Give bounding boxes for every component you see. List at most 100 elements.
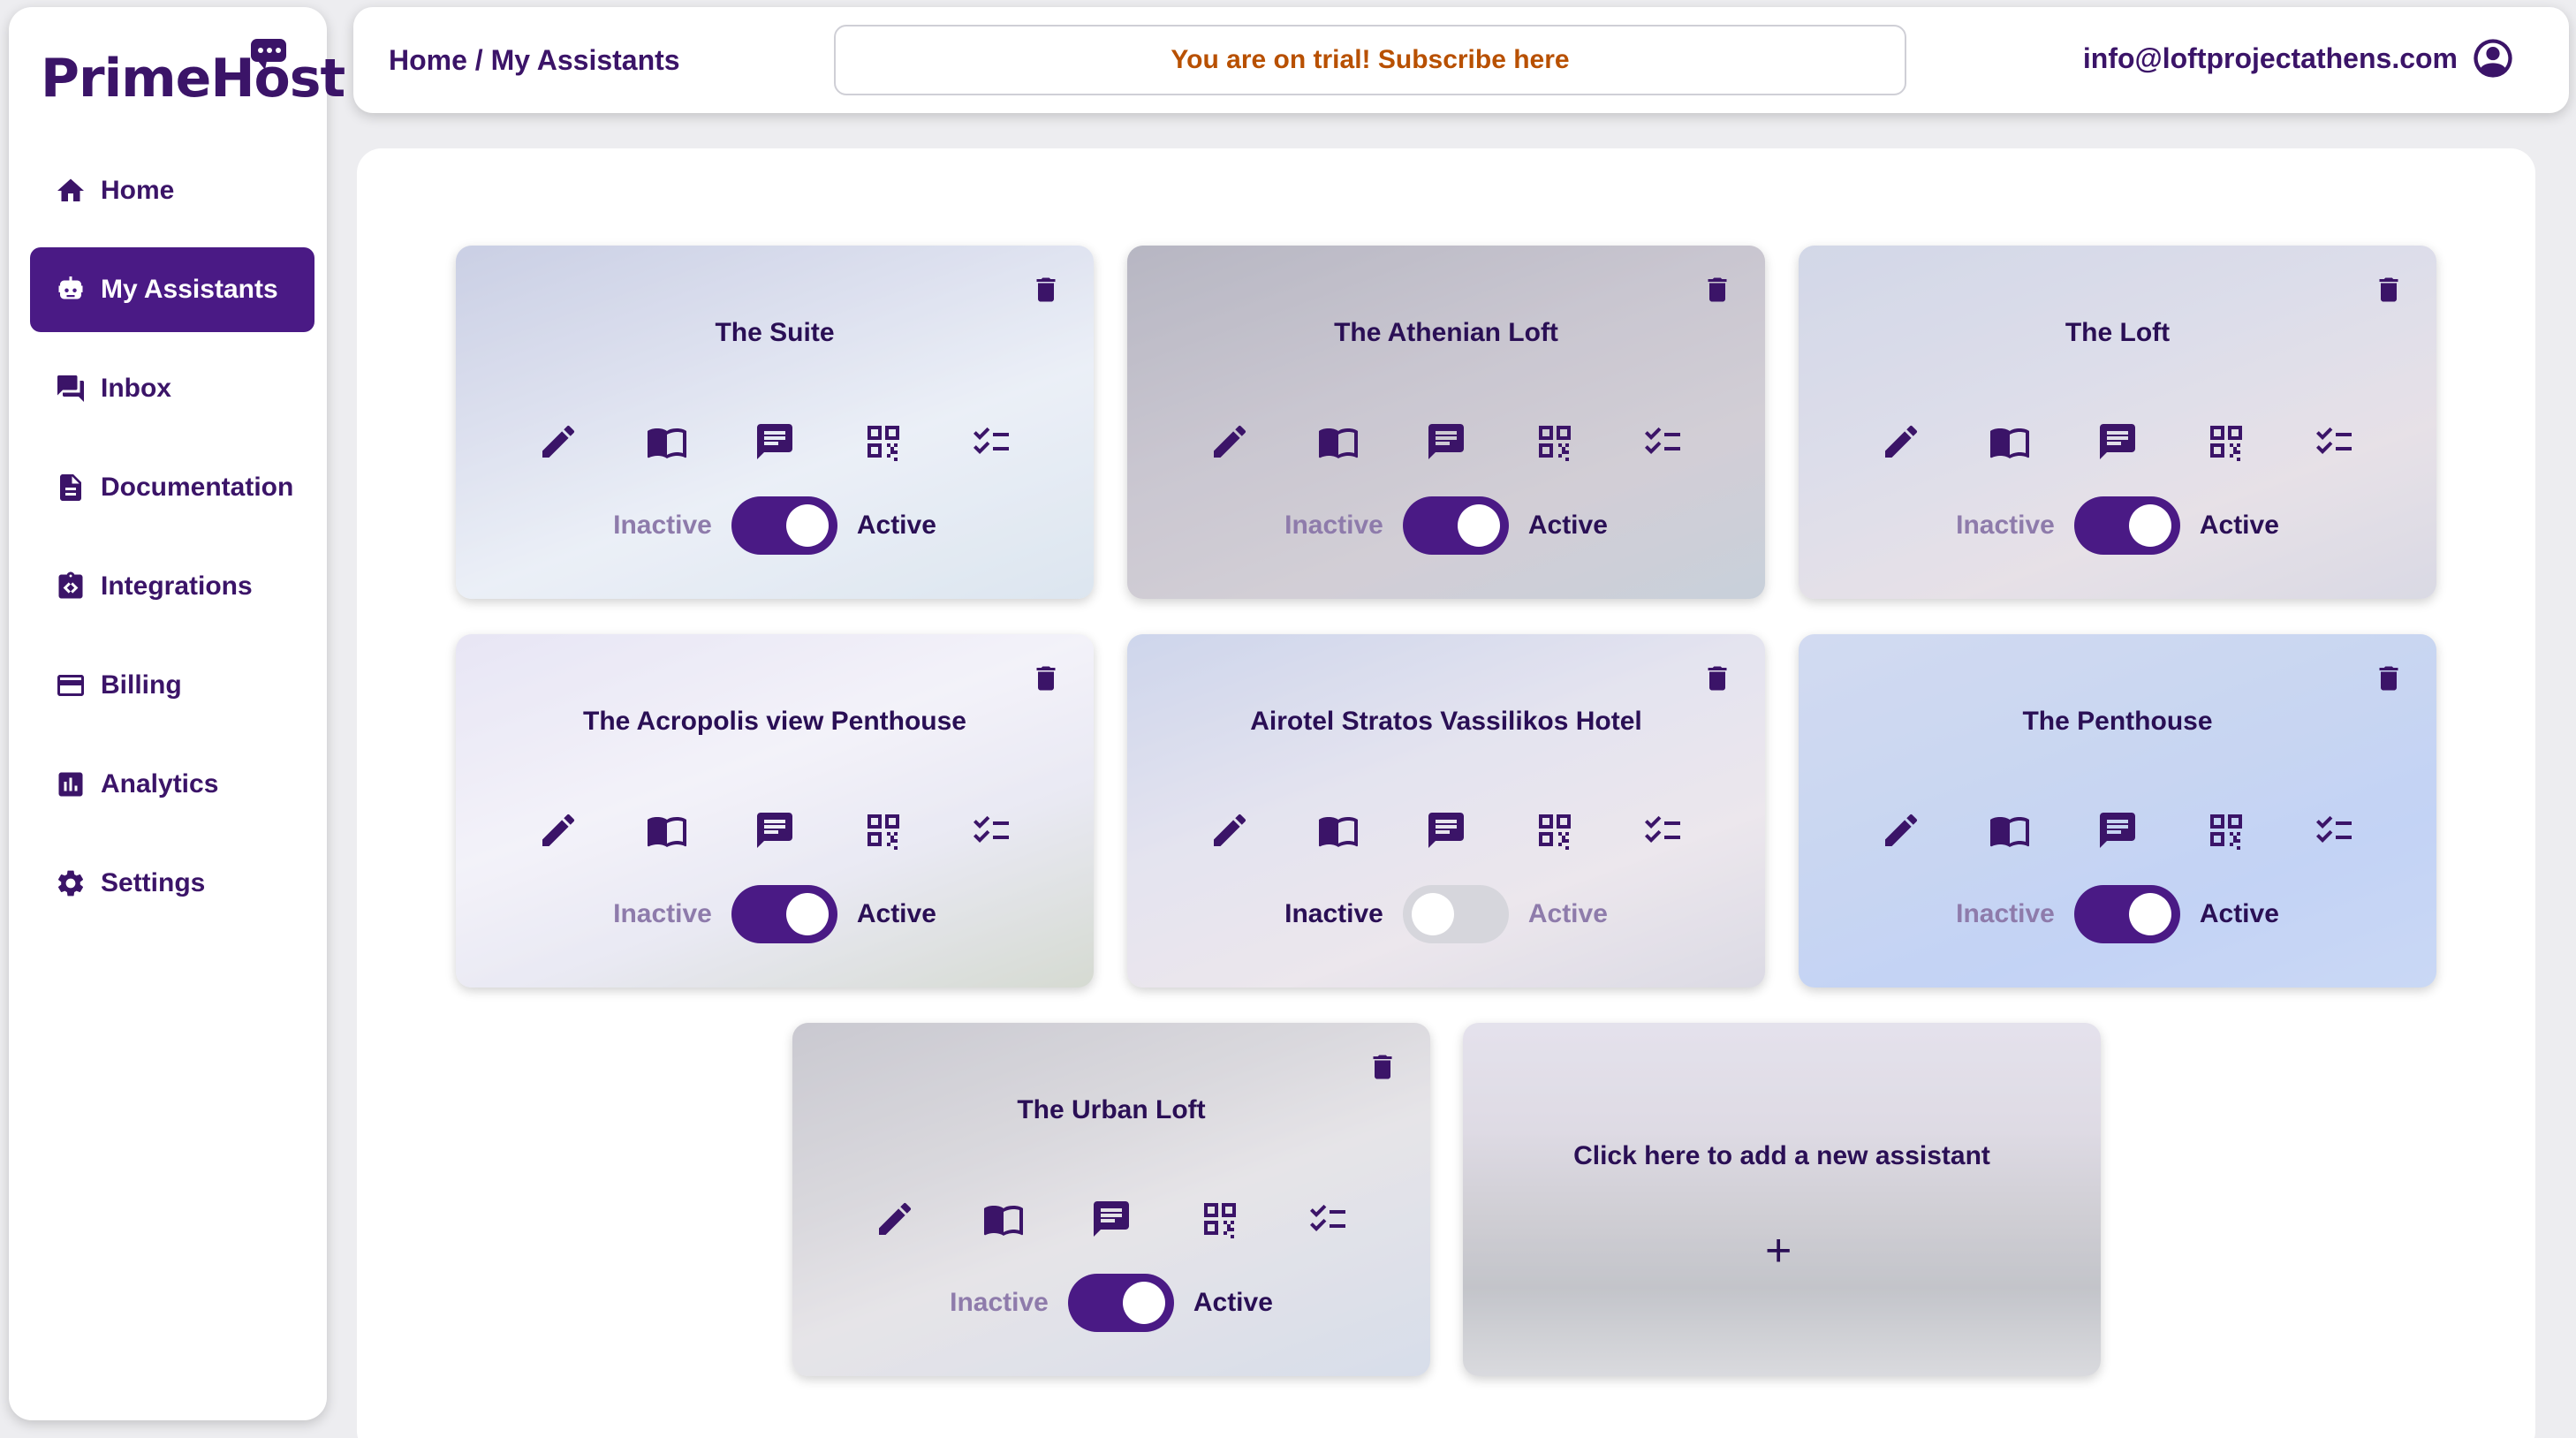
credit-card-icon [57, 675, 84, 696]
sidebar-item-documentation[interactable]: Documentation [30, 445, 314, 530]
edit-icon[interactable] [537, 809, 580, 851]
toggle-knob [785, 893, 829, 935]
inactive-label: Inactive [950, 1288, 1049, 1317]
chat-icon [57, 375, 84, 402]
inactive-label: Inactive [613, 511, 712, 540]
sidebar-item-analytics[interactable]: Analytics [30, 742, 314, 827]
status-toggle[interactable] [731, 496, 837, 555]
sidebar-item-label: Inbox [101, 374, 171, 403]
checklist-icon[interactable] [2313, 809, 2355, 851]
edit-icon[interactable] [874, 1198, 916, 1240]
edit-icon[interactable] [1208, 809, 1251, 851]
trash-icon[interactable] [2373, 661, 2405, 696]
assistant-card[interactable]: The Loft Inactive Active [1799, 246, 2436, 599]
trash-icon[interactable] [1030, 272, 1062, 307]
home-icon [57, 178, 84, 201]
book-icon[interactable] [646, 420, 688, 463]
sidebar-item-my-assistants[interactable]: My Assistants [30, 247, 314, 332]
assistant-name: The Suite [715, 318, 835, 347]
chat-icon[interactable] [754, 420, 796, 463]
assistant-name: Airotel Stratos Vassilikos Hotel [1250, 707, 1642, 736]
checklist-icon[interactable] [2313, 420, 2355, 463]
checklist-icon[interactable] [1641, 809, 1684, 851]
book-icon[interactable] [646, 809, 688, 851]
assistant-card[interactable]: The Athenian Loft Inactive Active [1127, 246, 1765, 599]
status-toggle[interactable] [731, 885, 837, 943]
checklist-icon[interactable] [970, 809, 1012, 851]
card-actions [537, 420, 1012, 463]
sidebar-item-billing[interactable]: Billing [30, 643, 314, 728]
sidebar-item-label: Analytics [101, 769, 219, 798]
book-icon[interactable] [1317, 809, 1360, 851]
assistant-card[interactable]: The Penthouse Inactive Active [1799, 634, 2436, 988]
book-icon[interactable] [1989, 420, 2031, 463]
qr-code-icon[interactable] [2205, 809, 2247, 851]
bar-chart-icon [58, 772, 83, 797]
chat-icon[interactable] [2096, 420, 2139, 463]
assistant-card[interactable]: The Suite Inactive Active [456, 246, 1094, 599]
primehost-logo[interactable]: PrimeHost [41, 39, 345, 113]
assistant-name: The Athenian Loft [1334, 318, 1558, 347]
qr-code-icon[interactable] [1534, 809, 1576, 851]
active-label: Active [1527, 899, 1608, 928]
assistant-card[interactable]: The Acropolis view Penthouse Inactive Ac… [456, 634, 1094, 988]
qr-code-icon[interactable] [862, 809, 905, 851]
sidebar-item-label: Integrations [101, 571, 253, 601]
assistant-name: The Loft [2065, 318, 2171, 347]
assistant-card[interactable]: Airotel Stratos Vassilikos Hotel Inactiv… [1127, 634, 1765, 988]
qr-code-icon[interactable] [1199, 1198, 1241, 1240]
qr-code-icon[interactable] [2205, 420, 2247, 463]
qr-code-icon[interactable] [862, 420, 905, 463]
status-toggle[interactable] [1067, 1274, 1174, 1332]
user-avatar-icon [2474, 39, 2512, 78]
trash-icon[interactable] [2373, 272, 2405, 307]
book-icon[interactable] [1989, 809, 2031, 851]
sidebar-item-home[interactable]: Home [30, 148, 314, 233]
status-toggle[interactable] [1402, 885, 1509, 943]
sidebar-item-settings[interactable]: Settings [30, 841, 314, 926]
chat-icon[interactable] [1425, 809, 1467, 851]
assistants-panel: The Suite Inactive Active The Athenian L… [357, 148, 2535, 1438]
edit-icon[interactable] [537, 420, 580, 463]
status-toggle-row: Inactive Active [456, 496, 1094, 555]
chat-icon[interactable] [1425, 420, 1467, 463]
status-toggle[interactable] [1402, 496, 1509, 555]
checklist-icon[interactable] [970, 420, 1012, 463]
document-icon [60, 474, 81, 501]
assistant-name: The Penthouse [2022, 707, 2213, 736]
account-email: info@loftprojectathens.com [2082, 42, 2458, 74]
status-toggle-row: Inactive Active [1799, 496, 2436, 555]
sidebar-item-integrations[interactable]: Integrations [30, 544, 314, 629]
status-toggle[interactable] [2073, 496, 2180, 555]
checklist-icon[interactable] [1307, 1198, 1349, 1240]
status-toggle[interactable] [2073, 885, 2180, 943]
inactive-label: Inactive [1284, 899, 1383, 928]
sidebar-item-inbox[interactable]: Inbox [30, 346, 314, 431]
edit-icon[interactable] [1208, 420, 1251, 463]
chat-icon[interactable] [2096, 809, 2139, 851]
trash-icon[interactable] [1030, 661, 1062, 696]
chat-icon[interactable] [1090, 1198, 1133, 1240]
logo-text: PrimeHost [41, 48, 345, 110]
assistant-card[interactable]: The Urban Loft Inactive Active [792, 1023, 1430, 1376]
qr-code-icon[interactable] [1534, 420, 1576, 463]
book-icon[interactable] [982, 1198, 1025, 1240]
edit-icon[interactable] [1880, 809, 1922, 851]
sidebar-item-label: My Assistants [101, 275, 278, 304]
book-icon[interactable] [1317, 420, 1360, 463]
trial-subscribe-banner[interactable]: You are on trial! Subscribe here [834, 25, 1906, 95]
add-assistant-card[interactable]: Click here to add a new assistant + [1463, 1023, 2101, 1376]
trash-icon[interactable] [1701, 661, 1733, 696]
edit-icon[interactable] [1880, 420, 1922, 463]
account-menu[interactable]: info@loftprojectathens.com [2083, 35, 2516, 81]
chat-icon[interactable] [754, 809, 796, 851]
trash-icon[interactable] [1367, 1049, 1398, 1085]
assistant-name: The Urban Loft [1017, 1095, 1206, 1124]
plus-icon: + [1765, 1225, 1792, 1276]
toggle-knob [1411, 893, 1454, 935]
trash-icon[interactable] [1701, 272, 1733, 307]
sidebar-item-label: Home [101, 176, 175, 205]
checklist-icon[interactable] [1641, 420, 1684, 463]
chat-bubble-icon [251, 39, 286, 70]
card-actions [1880, 420, 2355, 463]
